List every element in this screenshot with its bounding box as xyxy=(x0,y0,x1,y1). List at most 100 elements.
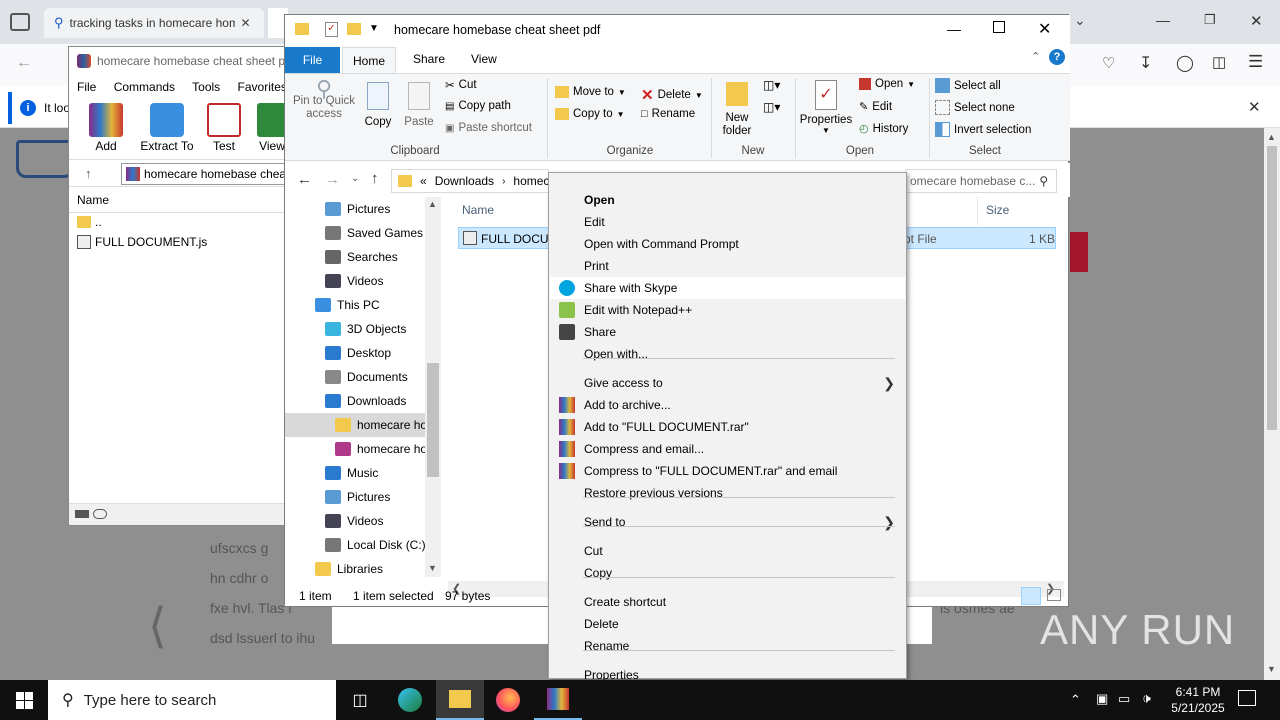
nav-item-this-pc[interactable]: This PC xyxy=(285,293,425,317)
start-button[interactable] xyxy=(0,680,48,720)
menu-item-edit-with-notepad[interactable]: Edit with Notepad++ xyxy=(550,299,905,321)
nav-item-videos-2[interactable]: Videos xyxy=(285,509,425,533)
edit-button[interactable]: ✎ Edit xyxy=(859,100,892,114)
task-view-icon[interactable]: ◫ xyxy=(336,680,384,720)
recent-locations-icon[interactable]: ⌄ xyxy=(351,173,359,184)
menu-item-restore-previous-versions[interactable]: Restore previous versions xyxy=(550,482,905,504)
extensions-icon[interactable]: ◫ xyxy=(1212,53,1226,71)
menu-item-cut[interactable]: Cut xyxy=(550,540,905,562)
nav-item-desktop[interactable]: Desktop xyxy=(285,341,425,365)
new-folder-quick-icon[interactable] xyxy=(347,23,361,35)
collapse-ribbon-icon[interactable]: ⌃ xyxy=(1031,50,1040,63)
volume-icon[interactable]: 🕩 xyxy=(1142,690,1151,707)
paste-button[interactable]: Paste xyxy=(403,82,435,128)
show-hidden-icons[interactable]: ⌃ xyxy=(1070,692,1081,708)
clock[interactable]: 6:41 PM 5/21/2025 xyxy=(1166,684,1230,716)
menu-item-open[interactable]: Open xyxy=(550,189,905,211)
nav-scrollbar[interactable]: ▲ ▼ xyxy=(425,197,441,577)
nav-item-homecare-folder[interactable]: homecare ho xyxy=(285,413,425,437)
menu-icon[interactable]: ☰ xyxy=(1248,52,1263,72)
edge-icon[interactable] xyxy=(386,680,434,720)
menu-item-open-with[interactable]: Open with... xyxy=(550,343,905,365)
menu-item-give-access-to[interactable]: Give access to ❯ xyxy=(550,372,905,394)
close-tab-icon[interactable]: ✕ xyxy=(241,16,251,30)
maximize-icon[interactable] xyxy=(993,21,1005,33)
search-box[interactable]: omecare homebase c... ⚲ xyxy=(905,169,1057,193)
rename-button[interactable]: □ Rename xyxy=(641,108,695,120)
select-none-button[interactable]: Select none xyxy=(935,100,1015,115)
notifications-icon[interactable] xyxy=(1238,690,1256,706)
large-icons-view-icon[interactable] xyxy=(1047,589,1061,601)
close-icon[interactable]: ✕ xyxy=(1038,19,1051,39)
firefox-icon[interactable] xyxy=(484,680,532,720)
nav-item-searches[interactable]: Searches xyxy=(285,245,425,269)
easy-access-icon[interactable]: ◫▾ xyxy=(763,100,780,114)
up-icon[interactable]: ↑ xyxy=(371,170,379,187)
address-field[interactable]: « Downloads › homec xyxy=(391,169,549,193)
menu-item-edit[interactable]: Edit xyxy=(550,211,905,233)
tab-home[interactable]: Home xyxy=(342,47,396,73)
column-header-size[interactable]: Size xyxy=(986,203,1009,217)
back-icon[interactable]: ← xyxy=(297,171,312,188)
menu-item-share-with-skype[interactable]: Share with Skype xyxy=(550,277,905,299)
history-button[interactable]: ◴ History xyxy=(859,122,908,136)
winrar-extract-button[interactable]: Extract To xyxy=(139,103,195,153)
tab-view[interactable]: View xyxy=(471,52,497,66)
prev-arrow-icon[interactable]: ⟨ xyxy=(148,598,167,654)
move-to-button[interactable]: Move to ▼ xyxy=(555,86,626,98)
nav-item-documents[interactable]: Documents xyxy=(285,365,425,389)
new-folder-button[interactable]: New folder xyxy=(719,82,755,138)
menu-favorites[interactable]: Favorites xyxy=(238,80,287,94)
winrar-test-button[interactable]: Test xyxy=(207,103,241,153)
open-button[interactable]: Open ▼ xyxy=(859,78,915,90)
nav-item-homecare-archive[interactable]: homecare ho xyxy=(285,437,425,461)
menu-tools[interactable]: Tools xyxy=(192,80,220,94)
menu-item-rename[interactable]: Rename xyxy=(550,635,905,657)
file-row-js[interactable]: FULL DOCUMENT.js xyxy=(77,235,207,249)
menu-item-delete[interactable]: Delete xyxy=(550,613,905,635)
forward-icon[interactable]: → xyxy=(325,171,340,188)
tray-device-icon[interactable]: ▣ xyxy=(1096,691,1108,707)
cut-button[interactable]: ✂ Cut xyxy=(445,78,477,92)
details-view-icon[interactable] xyxy=(1021,587,1041,605)
select-all-button[interactable]: Select all xyxy=(935,78,1001,93)
tab-overview-icon[interactable] xyxy=(10,13,30,31)
new-item-icon[interactable]: ◫▾ xyxy=(763,78,780,92)
properties-quick-icon[interactable]: ✓ xyxy=(325,22,338,37)
up-arrow-icon[interactable]: ↑ xyxy=(85,166,92,181)
invert-selection-button[interactable]: Invert selection xyxy=(935,122,1031,137)
minimize-icon[interactable]: — xyxy=(947,21,961,37)
paste-shortcut-button[interactable]: ▣ Paste shortcut xyxy=(445,122,532,134)
restore-icon[interactable]: ❐ xyxy=(1204,12,1216,28)
nav-item-local-disk[interactable]: Local Disk (C:) xyxy=(285,533,425,557)
winrar-path-field[interactable]: homecare homebase chea xyxy=(121,163,291,185)
nav-item-videos[interactable]: Videos xyxy=(285,269,425,293)
menu-item-print[interactable]: Print xyxy=(550,255,905,277)
download-icon[interactable]: ↧ xyxy=(1139,53,1152,73)
nav-item-pictures-2[interactable]: Pictures xyxy=(285,485,425,509)
pocket-icon[interactable]: ♡ xyxy=(1102,54,1115,72)
copy-to-button[interactable]: Copy to ▼ xyxy=(555,108,625,120)
winrar-column-name[interactable]: Name xyxy=(69,189,285,213)
tab-file[interactable]: File xyxy=(285,47,340,73)
menu-commands[interactable]: Commands xyxy=(114,80,175,94)
menu-item-open-with-command-prompt[interactable]: Open with Command Prompt xyxy=(550,233,905,255)
menu-file[interactable]: File xyxy=(77,80,96,94)
menu-item-send-to[interactable]: Send to ❯ xyxy=(550,511,905,533)
winrar-add-button[interactable]: Add xyxy=(89,103,123,153)
nav-item-music[interactable]: Music xyxy=(285,461,425,485)
nav-item-libraries[interactable]: Libraries xyxy=(285,557,425,581)
menu-item-copy[interactable]: Copy xyxy=(550,562,905,584)
pin-quick-access-button[interactable]: ⚲ Pin to Quick access xyxy=(291,78,357,121)
menu-item-add-to-full-document-rar[interactable]: Add to "FULL DOCUMENT.rar" xyxy=(550,416,905,438)
column-header-name[interactable]: Name xyxy=(462,203,494,217)
menu-item-add-to-archive[interactable]: Add to archive... xyxy=(550,394,905,416)
browser-tab[interactable]: ⚲ tracking tasks in homecare hom ✕ xyxy=(44,8,264,38)
menu-item-compress-and-email[interactable]: Compress and email... xyxy=(550,438,905,460)
nav-item-downloads[interactable]: Downloads xyxy=(285,389,425,413)
properties-button[interactable]: ✓ Properties ▼ xyxy=(799,80,853,135)
tab-share[interactable]: Share xyxy=(413,52,445,66)
winrar-taskbar-icon[interactable] xyxy=(534,680,582,720)
delete-button[interactable]: ✕ Delete ▼ xyxy=(641,86,703,104)
file-row-parent[interactable]: .. xyxy=(77,215,102,229)
